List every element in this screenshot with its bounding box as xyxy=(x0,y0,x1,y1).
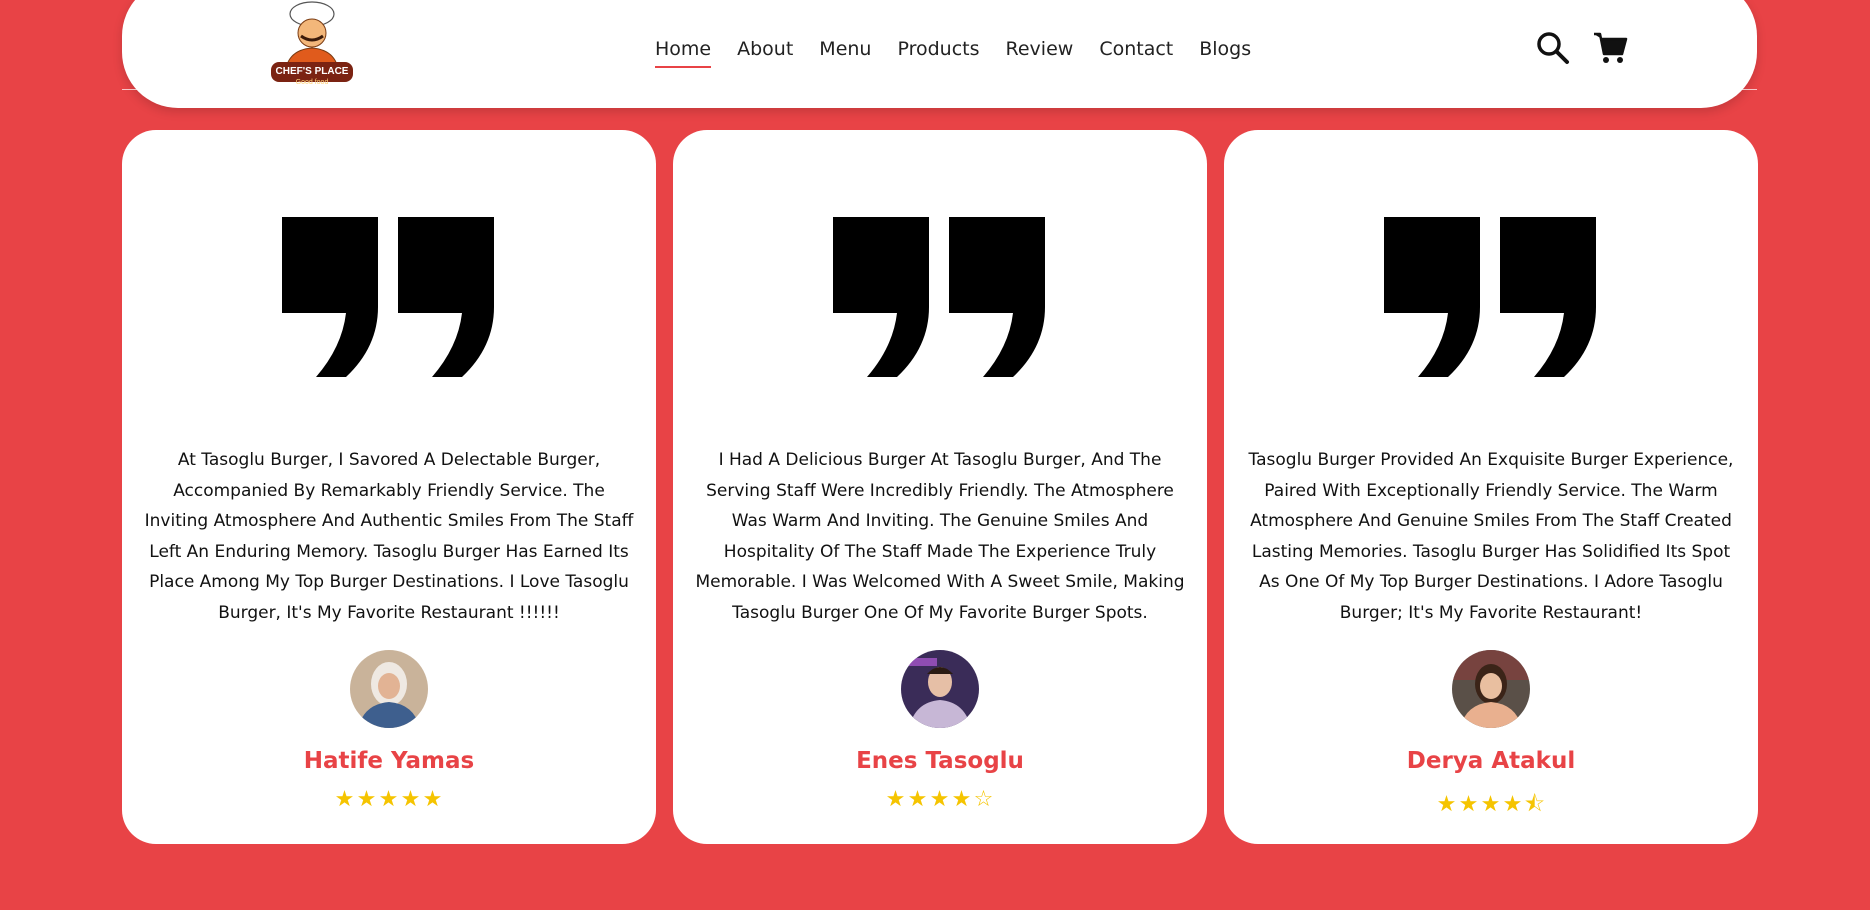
star-full-icon: ★ xyxy=(378,787,400,812)
nav-blogs[interactable]: Blogs xyxy=(1199,38,1251,68)
reviewer-name: Enes Tasoglu xyxy=(856,748,1024,774)
cart-icon[interactable] xyxy=(1593,30,1629,66)
star-full-icon: ★ xyxy=(951,787,973,812)
chefs-place-logo[interactable]: CHEF'S PLACE Good food xyxy=(265,0,360,92)
star-full-icon: ★ xyxy=(1480,792,1502,817)
nav-menu[interactable]: Menu xyxy=(819,38,871,68)
star-rating: ★★★★★ xyxy=(122,787,656,812)
nav-review[interactable]: Review xyxy=(1006,38,1074,68)
nav-products[interactable]: Products xyxy=(897,38,979,68)
star-full-icon: ★ xyxy=(1436,792,1458,817)
main-nav: Home About Menu Products Review Contact … xyxy=(655,38,1277,68)
star-full-icon: ★ xyxy=(334,787,356,812)
quote-icon xyxy=(833,217,1045,377)
header-divider xyxy=(122,89,1757,90)
review-text: Tasoglu Burger Provided An Exquisite Bur… xyxy=(1248,450,1734,623)
star-full-icon: ★ xyxy=(400,787,422,812)
quote-icon xyxy=(1384,217,1596,377)
nav-home[interactable]: Home xyxy=(655,38,712,68)
header-icons xyxy=(1535,30,1629,66)
star-full-icon: ★ xyxy=(1458,792,1480,817)
review-cards: At Tasoglu Burger, I Savored A Delectabl… xyxy=(122,130,1758,844)
review-card: I Had A Delicious Burger At Tasoglu Burg… xyxy=(673,130,1207,844)
svg-text:Good food: Good food xyxy=(296,79,329,86)
star-full-icon: ★ xyxy=(356,787,378,812)
star-empty-icon: ☆ xyxy=(973,787,995,812)
star-rating: ★★★★☆ xyxy=(673,787,1207,812)
svg-text:CHEF'S PLACE: CHEF'S PLACE xyxy=(276,66,349,77)
review-card: At Tasoglu Burger, I Savored A Delectabl… xyxy=(122,130,656,844)
star-full-icon: ★ xyxy=(929,787,951,812)
star-full-icon: ★ xyxy=(907,787,929,812)
nav-contact[interactable]: Contact xyxy=(1099,38,1173,68)
nav-about[interactable]: About xyxy=(737,38,793,68)
review-card: Tasoglu Burger Provided An Exquisite Bur… xyxy=(1224,130,1758,844)
star-full-icon: ★ xyxy=(1502,792,1524,817)
review-text: I Had A Delicious Burger At Tasoglu Burg… xyxy=(695,450,1185,623)
star-rating: ★★★★⯪ xyxy=(1224,787,1758,825)
star-full-icon: ★ xyxy=(422,787,444,812)
search-icon[interactable] xyxy=(1535,30,1571,66)
review-text: At Tasoglu Burger, I Savored A Delectabl… xyxy=(144,450,634,623)
reviewer-name: Derya Atakul xyxy=(1406,748,1576,774)
reviewer-name: Hatife Yamas xyxy=(303,748,475,774)
quote-icon xyxy=(282,217,494,377)
avatar xyxy=(1452,650,1530,728)
star-full-icon: ★ xyxy=(885,787,907,812)
avatar xyxy=(350,650,428,728)
avatar xyxy=(901,650,979,728)
star-half-icon: ⯪ xyxy=(1524,792,1546,817)
